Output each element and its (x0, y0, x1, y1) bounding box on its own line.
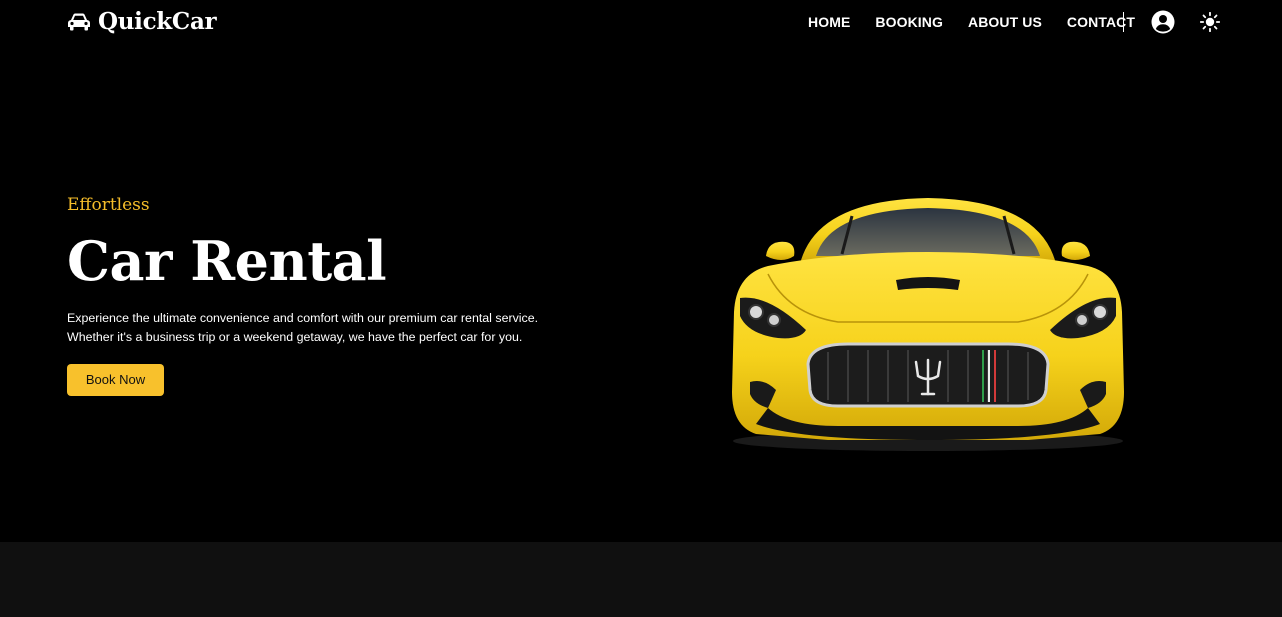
sun-icon[interactable] (1200, 12, 1220, 32)
user-circle-icon[interactable] (1151, 10, 1175, 34)
hero-eyebrow: Effortless (67, 195, 150, 215)
nav-contact[interactable]: CONTACT (1067, 13, 1135, 31)
brand-logo[interactable]: QuickCar (67, 8, 217, 36)
nav-booking[interactable]: BOOKING (875, 13, 943, 31)
next-section (0, 542, 1282, 617)
nav-links: HOME BOOKING ABOUT US CONTACT (808, 13, 1135, 31)
navbar: QuickCar HOME BOOKING ABOUT US CONTACT (0, 0, 1282, 44)
brand-name: QuickCar (98, 8, 217, 35)
book-now-button[interactable]: Book Now (67, 364, 164, 396)
hero-title: Car Rental (67, 229, 387, 293)
hero-section: Effortless Car Rental Experience the ult… (0, 44, 1282, 542)
hero-description: Experience the ultimate convenience and … (67, 311, 539, 344)
nav-home[interactable]: HOME (808, 13, 850, 31)
yellow-sports-car (732, 198, 1124, 451)
nav-about-us[interactable]: ABOUT US (968, 13, 1042, 31)
car-icon (68, 13, 90, 31)
text-cursor (1123, 12, 1124, 32)
